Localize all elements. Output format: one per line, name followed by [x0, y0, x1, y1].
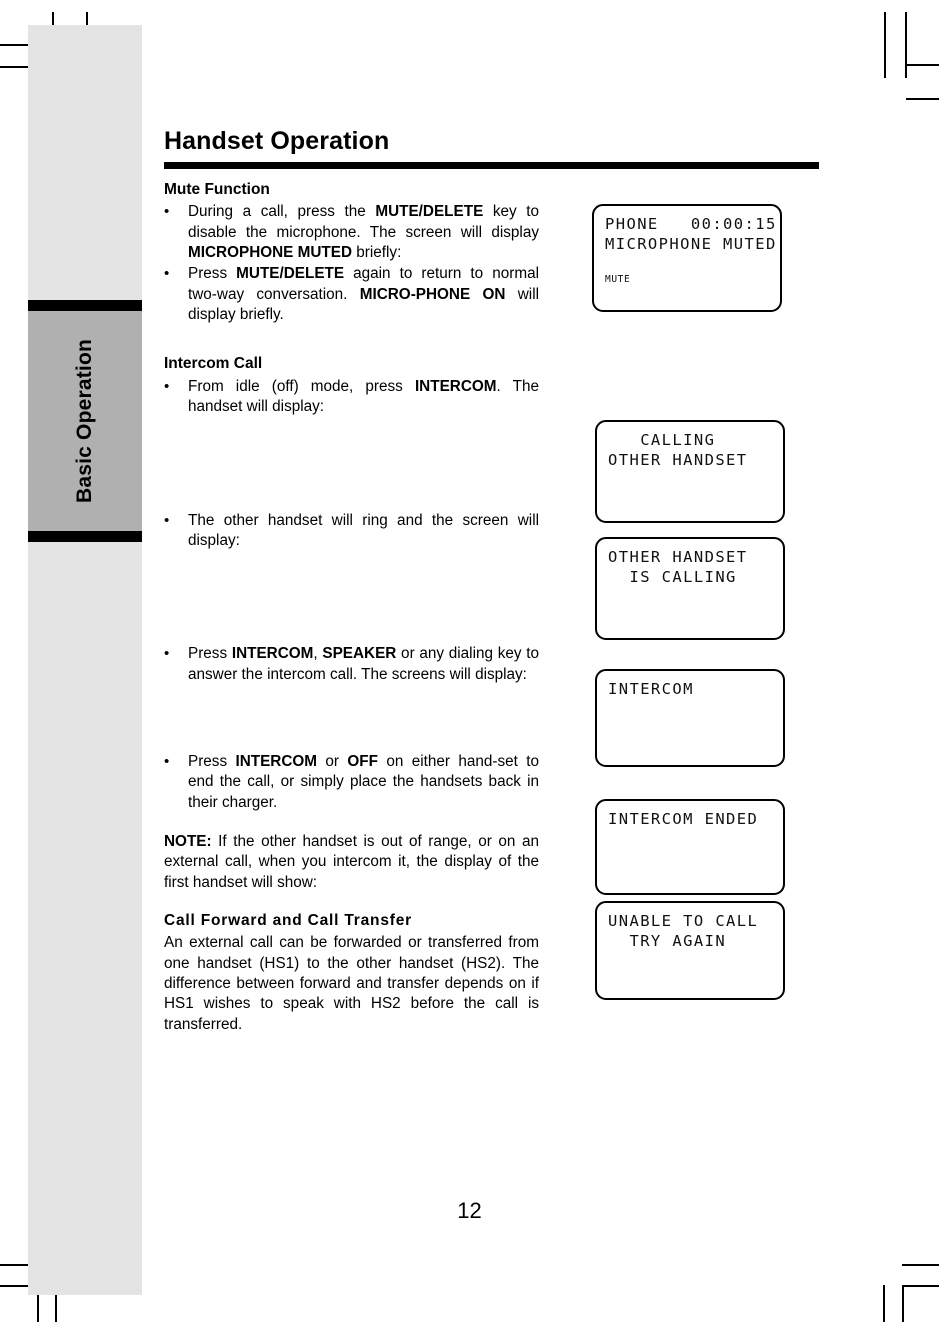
list-item: • The other handset will ring and the sc…	[164, 511, 539, 552]
crop-mark-top-right-vertical-inner	[905, 12, 907, 78]
lcd-screen-other-handset-is-calling: OTHER HANDSET IS CALLING	[595, 537, 785, 640]
lcd-line: INTERCOM ENDED	[608, 810, 759, 828]
lcd-line: MUTE	[605, 274, 631, 286]
lcd-line: UNABLE TO CALL	[608, 912, 759, 930]
lcd-lines: INTERCOM	[597, 671, 783, 700]
list-item: • During a call, press the MUTE/DELETE k…	[164, 202, 539, 263]
lcd-line: IS CALLING	[608, 567, 737, 586]
bullet-glyph: •	[164, 645, 170, 663]
bullet-glyph: •	[164, 377, 170, 395]
section-tab-label: Basic Operation	[73, 338, 96, 504]
heading-call-forward-transfer: Call Forward and Call Transfer	[164, 911, 412, 929]
body-text-column: Mute Function • During a call, press the…	[164, 180, 539, 1055]
lcd-line	[605, 255, 769, 275]
bullet-glyph: •	[164, 265, 170, 283]
tab-label-wrapper: Basic Operation	[28, 300, 142, 542]
lcd-lines: UNABLE TO CALL TRY AGAIN	[597, 903, 783, 952]
page-title: Handset Operation	[164, 127, 390, 155]
crop-mark-bottom-right-vertical-outer	[883, 1285, 885, 1322]
lcd-screen-unable-to-call: UNABLE TO CALL TRY AGAIN	[595, 901, 785, 1000]
page-edge-panel	[28, 25, 142, 1295]
bullet-glyph: •	[164, 203, 170, 221]
lcd-screen-intercom: INTERCOM	[595, 669, 785, 767]
lcd-screen-intercom-ended: INTERCOM ENDED	[595, 799, 785, 895]
crop-mark-top-right-vertical-outer	[884, 12, 886, 78]
crop-mark-bottom-right-horizontal-outer	[902, 1264, 939, 1266]
lcd-line: OTHER HANDSET	[608, 548, 748, 566]
bullet-glyph: •	[164, 752, 170, 770]
crop-mark-bottom-right-vertical-inner	[902, 1285, 904, 1322]
lcd-line: OTHER HANDSET	[608, 450, 748, 469]
list-item: • From idle (off) mode, press INTERCOM. …	[164, 377, 539, 418]
crop-mark-top-right-horizontal-inner	[906, 98, 939, 100]
lcd-lines: CALLING OTHER HANDSET	[597, 422, 783, 471]
bullet-glyph: •	[164, 511, 170, 529]
list-item: • Press INTERCOM, SPEAKER or any dialing…	[164, 644, 539, 685]
bullet-text: Press MUTE/DELETE again to return to nor…	[188, 265, 539, 324]
bullet-text: Press INTERCOM, SPEAKER or any dialing k…	[188, 645, 539, 683]
bullet-text: During a call, press the MUTE/DELETE key…	[188, 203, 539, 262]
list-item: • Press MUTE/DELETE again to return to n…	[164, 264, 539, 325]
list-item: • Press INTERCOM or OFF on either hand-s…	[164, 752, 539, 813]
lcd-screen-calling-other-handset: CALLING OTHER HANDSET	[595, 420, 785, 523]
crop-mark-bottom-right-horizontal-inner	[902, 1285, 939, 1287]
lcd-lines: INTERCOM ENDED	[597, 801, 783, 830]
lcd-lines: OTHER HANDSET IS CALLING	[597, 539, 783, 588]
lcd-line: INTERCOM	[608, 680, 694, 698]
bullet-text: From idle (off) mode, press INTERCOM. Th…	[188, 377, 539, 416]
lcd-line: MICROPHONE MUTED	[605, 234, 777, 253]
heading-intercom-call: Intercom Call	[164, 355, 263, 373]
page-header: Handset Operation	[164, 127, 819, 185]
section-tab-basic-operation: Basic Operation	[28, 300, 142, 542]
title-underline-rule	[164, 161, 819, 169]
bullet-text: The other handset will ring and the scre…	[188, 511, 539, 549]
call-forward-body: An external call can be forwarded or tra…	[164, 934, 539, 1033]
lcd-line: TRY AGAIN	[608, 931, 727, 950]
lcd-screen-microphone-muted: PHONE 00:00:15 MICROPHONE MUTED MUTE	[592, 204, 782, 312]
bullet-text: Press INTERCOM or OFF on either hand-set…	[188, 752, 539, 811]
lcd-lines: PHONE 00:00:15 MICROPHONE MUTED MUTE	[594, 206, 780, 287]
lcd-line: PHONE 00:00:15	[605, 215, 777, 233]
heading-mute-function: Mute Function	[164, 181, 270, 198]
crop-mark-top-right-horizontal-outer	[906, 64, 939, 66]
page-number: 12	[457, 1198, 482, 1223]
lcd-line: CALLING	[608, 431, 716, 449]
note-paragraph: NOTE: If the other handset is out of ran…	[164, 832, 539, 891]
